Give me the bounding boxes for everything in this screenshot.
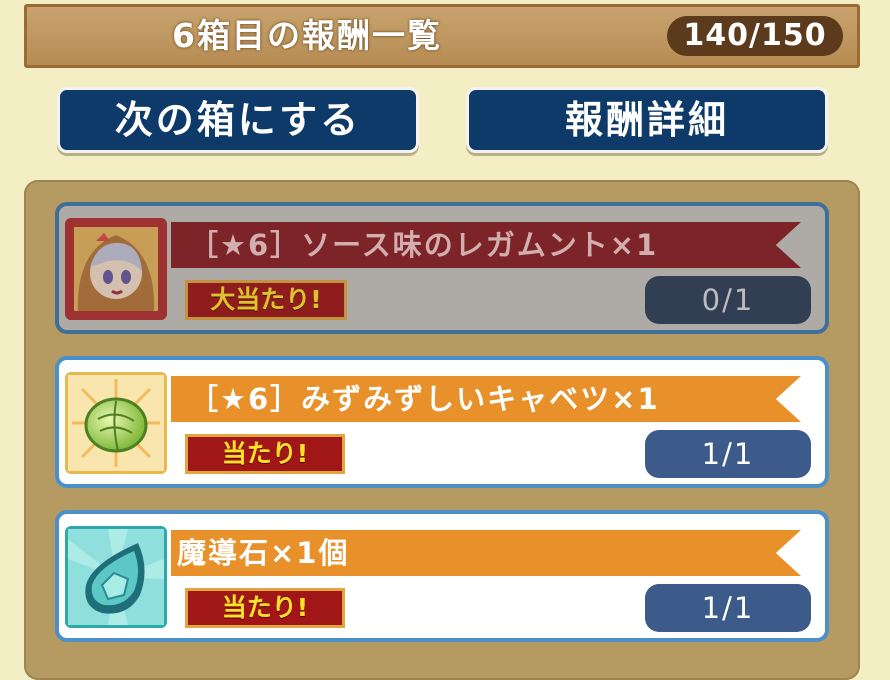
cabbage-icon <box>65 372 167 474</box>
reward-progress: 0/1 <box>645 276 811 324</box>
box-counter: 140/150 <box>667 16 843 56</box>
reward-name: ［★6］みずみずしいキャベツ×1 <box>189 382 660 416</box>
reward-card-1: ［★6］ソース味のレガムント×1 大当たり! 0/1 <box>55 202 829 334</box>
win-badge: 当たり! <box>185 434 345 474</box>
box-header: 6箱目の報酬一覧 140/150 <box>24 4 860 68</box>
reward-list[interactable]: ［★6］ソース味のレガムント×1 大当たり! 0/1 ［★6］みずみずしいキャベ… <box>24 180 860 680</box>
reward-details-button[interactable]: 報酬詳細 <box>466 87 828 153</box>
magic-stone-icon <box>65 526 167 628</box>
reward-progress: 1/1 <box>645 430 811 478</box>
reward-card-2: ［★6］みずみずしいキャベツ×1 当たり! 1/1 <box>55 356 829 488</box>
page-title: 6箱目の報酬一覧 <box>172 16 442 55</box>
reward-name: 魔導石×1個 <box>177 536 350 570</box>
reward-progress: 1/1 <box>645 584 811 632</box>
next-box-button[interactable]: 次の箱にする <box>57 87 419 153</box>
jackpot-badge: 大当たり! <box>185 280 347 320</box>
reward-card-3: 魔導石×1個 当たり! 1/1 <box>55 510 829 642</box>
character-portrait-icon <box>65 218 167 320</box>
reward-name: ［★6］ソース味のレガムント×1 <box>189 228 659 262</box>
win-badge: 当たり! <box>185 588 345 628</box>
